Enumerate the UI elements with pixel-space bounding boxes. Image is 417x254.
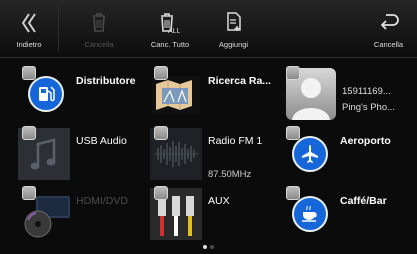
tile-label: Caffé/Bar	[340, 195, 387, 207]
tile-checkbox[interactable]	[22, 126, 36, 140]
shortcut-grid: Distributore Ricerca Ra... 15911169... P…	[0, 58, 417, 244]
add-label: Aggiungi	[218, 40, 249, 49]
tile-radio-fm[interactable]: Radio FM 1 87.50MHz	[150, 122, 285, 184]
delete-label: Cancella	[84, 40, 114, 49]
contact-name: Ping's Pho...	[342, 102, 396, 113]
tile-label: Radio FM 1	[208, 135, 263, 147]
page-dot[interactable]	[210, 245, 214, 249]
tile-label: Distributore	[76, 75, 136, 87]
tile-label: HDMI/DVD	[76, 195, 128, 207]
page-indicator	[0, 245, 417, 251]
toolbar: Indietro Cancella ALL Canc. Tutto Aggiun…	[0, 0, 417, 58]
coffee-cup-icon	[292, 196, 328, 232]
tile-label: USB Audio	[76, 135, 127, 147]
tile-checkbox[interactable]	[286, 126, 300, 140]
radio-frequency: 87.50MHz	[208, 169, 252, 180]
fuel-pump-icon	[28, 76, 64, 112]
back-button[interactable]: Indietro	[0, 0, 58, 58]
tile-checkbox[interactable]	[22, 186, 36, 200]
tile-checkbox[interactable]	[22, 66, 36, 80]
back-chevron-icon	[21, 13, 36, 33]
back-label: Indietro	[16, 40, 42, 49]
add-button[interactable]: Aggiungi	[201, 0, 266, 58]
contact-number: 15911169...	[342, 86, 391, 97]
tile-caffe-bar[interactable]: Caffé/Bar	[282, 182, 417, 244]
trash-icon	[93, 13, 105, 32]
svg-text:ALL: ALL	[168, 28, 180, 34]
tile-checkbox[interactable]	[154, 66, 168, 80]
cancel-label: Cancella	[373, 40, 404, 49]
tile-hdmi-dvd[interactable]: HDMI/DVD	[18, 182, 153, 244]
tile-checkbox[interactable]	[286, 66, 300, 80]
tile-checkbox[interactable]	[286, 186, 300, 200]
tile-usb-audio[interactable]: USB Audio	[18, 122, 153, 184]
map-thumbnail	[152, 76, 200, 114]
tile-label: Ricerca Ra...	[208, 75, 272, 87]
tile-aeroporto[interactable]: Aeroporto	[282, 122, 417, 184]
return-icon	[380, 14, 399, 30]
cancel-button[interactable]: Cancella	[360, 0, 417, 58]
tile-distributore[interactable]: Distributore	[18, 62, 153, 124]
trash-all-icon: ALL	[161, 13, 180, 34]
tile-aux[interactable]: AUX	[150, 182, 285, 244]
airplane-icon	[292, 136, 328, 172]
tile-checkbox[interactable]	[154, 126, 168, 140]
document-add-icon	[226, 12, 241, 31]
tile-contact[interactable]: 15911169... Ping's Pho...	[282, 62, 417, 124]
delete-button[interactable]: Cancella	[59, 0, 139, 58]
delete-all-label: Canc. Tutto	[150, 40, 190, 49]
tile-checkbox[interactable]	[154, 186, 168, 200]
delete-all-button[interactable]: ALL Canc. Tutto	[139, 0, 201, 58]
tile-label: AUX	[208, 195, 230, 207]
tile-label: Aeroporto	[340, 135, 391, 147]
tile-ricerca-rapida[interactable]: Ricerca Ra...	[150, 62, 285, 124]
page-dot-active[interactable]	[203, 245, 207, 249]
